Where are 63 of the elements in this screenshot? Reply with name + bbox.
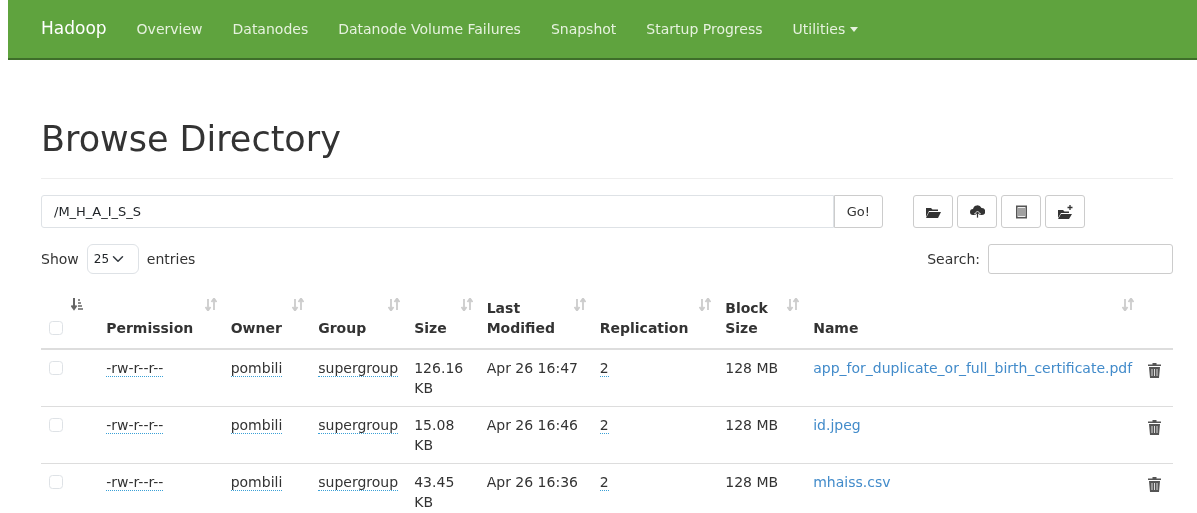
sort-icon[interactable] (1122, 298, 1135, 311)
go-button[interactable]: Go! (833, 195, 883, 228)
table-cell: 128 MB (725, 360, 779, 376)
folder-plus-icon (1057, 203, 1073, 220)
page-size-select[interactable]: 25 (86, 244, 139, 274)
select-all-checkbox[interactable] (49, 321, 63, 335)
column-header: Size (414, 320, 447, 336)
column-header: Last Modified (486, 300, 555, 336)
caret-icon (850, 26, 859, 32)
table-cell: 15.08 KB (414, 417, 455, 453)
show-label: Show (41, 249, 79, 269)
table-cell: 128 MB (725, 474, 779, 490)
row-checkbox[interactable] (49, 361, 63, 375)
trash-icon[interactable] (1148, 419, 1162, 435)
table-cell[interactable]: supergroup (318, 417, 399, 434)
sort-icon[interactable] (204, 298, 217, 311)
table-cell[interactable]: -rw-r--r-- (106, 474, 164, 491)
table-cell: Apr 26 16:36 (486, 474, 578, 490)
row-checkbox[interactable] (49, 475, 63, 489)
sort-icon[interactable] (787, 298, 800, 311)
entries-label: entries (146, 249, 196, 269)
file-link[interactable]: mhaiss.csv (813, 474, 891, 490)
table-cell: Apr 26 16:47 (486, 360, 578, 376)
toolbar-button[interactable] (1001, 195, 1041, 228)
table-cell[interactable]: supergroup (318, 474, 399, 491)
trash-icon[interactable] (1148, 476, 1162, 492)
table-cell[interactable]: -rw-r--r-- (106, 417, 164, 434)
column-header: Owner (230, 320, 282, 336)
table-cell[interactable]: pombili (230, 474, 283, 491)
column-header: Name (813, 320, 859, 336)
toolbar-button[interactable] (913, 195, 953, 228)
table-cell[interactable]: pombili (230, 360, 283, 377)
table-cell: 126.16 KB (414, 360, 464, 396)
file-link[interactable]: app_for_duplicate_or_full_birth_certificate.pdf (813, 360, 1133, 376)
page-title: Browse Directory (41, 118, 1173, 179)
toolbar-button[interactable] (957, 195, 997, 228)
path-field[interactable]: /M_H_A_I_S_S (41, 195, 834, 228)
column-header: Permission (106, 320, 194, 336)
table-cell[interactable]: 2 (599, 417, 609, 434)
column-header: Group (318, 320, 367, 336)
file-link[interactable]: id.jpeg (813, 417, 861, 433)
sort-ascending-icon[interactable] (71, 298, 83, 311)
search-label: Search: (927, 249, 980, 269)
table-cell: 43.45 KB (414, 474, 455, 510)
table-cell[interactable]: 2 (599, 360, 609, 377)
sort-icon[interactable] (292, 298, 305, 311)
sort-icon[interactable] (388, 298, 401, 311)
cloud-upload-icon (969, 203, 985, 220)
table-cell[interactable]: pombili (230, 417, 283, 434)
trash-icon[interactable] (1148, 362, 1162, 378)
table-cell: Apr 26 16:46 (486, 417, 578, 433)
table-cell[interactable]: -rw-r--r-- (106, 360, 164, 377)
search-field[interactable] (988, 244, 1173, 274)
sort-icon[interactable] (460, 298, 473, 311)
sort-icon[interactable] (573, 298, 586, 311)
toolbar-button[interactable] (1045, 195, 1085, 228)
column-header: Block Size (725, 300, 768, 336)
column-header: Replication (599, 320, 689, 336)
sort-icon[interactable] (699, 298, 712, 311)
table-cell: 128 MB (725, 417, 779, 433)
row-checkbox[interactable] (49, 418, 63, 432)
table-cell[interactable]: 2 (599, 474, 609, 491)
table-cell[interactable]: supergroup (318, 360, 399, 377)
